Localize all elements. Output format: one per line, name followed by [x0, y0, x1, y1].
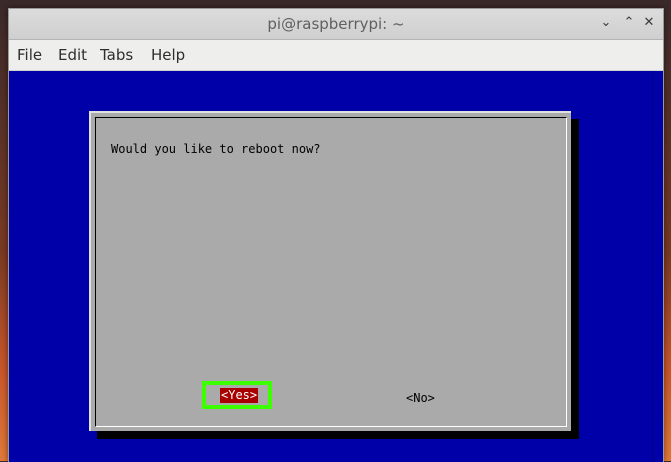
chevron-up-icon: ⌃ [623, 15, 635, 30]
terminal-window: pi@raspberrypi: ~ ⌄ ⌃ ✕ File Edit Tabs H… [8, 8, 664, 462]
menu-file[interactable]: File [17, 46, 42, 64]
terminal-area[interactable]: Would you like to reboot now? <Yes> <No> [9, 71, 663, 462]
yes-button-highlight: <Yes> [202, 381, 272, 409]
dialog-prompt: Would you like to reboot now? [111, 142, 321, 156]
reboot-dialog: Would you like to reboot now? <Yes> <No> [89, 111, 571, 431]
menu-tabs[interactable]: Tabs [100, 46, 133, 64]
menu-bar: File Edit Tabs Help [9, 40, 663, 71]
yes-button[interactable]: <Yes> [220, 388, 259, 403]
close-icon: ✕ [643, 15, 655, 30]
minimize-button[interactable]: ⌄ [596, 13, 616, 33]
window-title: pi@raspberrypi: ~ [267, 15, 405, 33]
title-bar[interactable]: pi@raspberrypi: ~ ⌄ ⌃ ✕ [9, 9, 663, 40]
maximize-button[interactable]: ⌃ [619, 13, 639, 33]
dialog-frame: Would you like to reboot now? <Yes> <No> [95, 117, 567, 427]
terminal-scrollbar[interactable] [652, 71, 663, 462]
menu-edit[interactable]: Edit [58, 46, 87, 64]
chevron-down-icon: ⌄ [600, 15, 612, 30]
no-button[interactable]: <No> [406, 391, 435, 405]
menu-help[interactable]: Help [151, 46, 185, 64]
close-button[interactable]: ✕ [639, 13, 659, 33]
